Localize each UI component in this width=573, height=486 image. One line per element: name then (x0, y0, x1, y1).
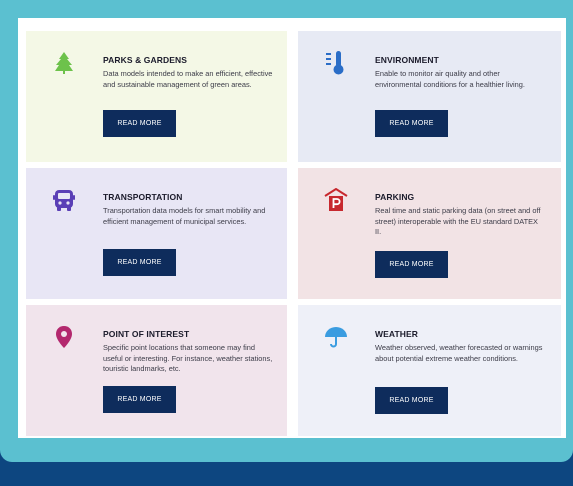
card-parks-gardens: PARKS & GARDENS Data models intended to … (26, 31, 287, 162)
thermometer-icon (322, 49, 350, 77)
card-title: POINT OF INTEREST (103, 329, 190, 339)
categories-panel: PARKS & GARDENS Data models intended to … (18, 18, 566, 438)
card-parking: PARKING Real time and static parking dat… (298, 168, 561, 299)
card-description: Transportation data models for smart mob… (103, 206, 266, 226)
card-description: Real time and static parking data (on st… (375, 206, 541, 236)
card-description: Data models intended to make an efficien… (103, 69, 273, 89)
tree-icon (50, 49, 78, 77)
card-title: TRANSPORTATION (103, 192, 183, 202)
card-weather: WEATHER Weather observed, weather foreca… (298, 305, 561, 436)
read-more-button[interactable]: READ MORE (375, 110, 448, 137)
card-point-of-interest: POINT OF INTEREST Specific point locatio… (26, 305, 287, 436)
bus-icon (50, 186, 78, 214)
read-more-button[interactable]: READ MORE (103, 386, 176, 413)
read-more-button[interactable]: READ MORE (375, 251, 448, 278)
card-title: WEATHER (375, 329, 419, 339)
card-title: PARKING (375, 192, 415, 202)
read-more-button[interactable]: READ MORE (103, 249, 176, 276)
card-title: ENVIRONMENT (375, 55, 439, 65)
location-pin-icon (50, 323, 78, 351)
card-title: PARKS & GARDENS (103, 55, 187, 65)
page-frame: PARKS & GARDENS Data models intended to … (0, 0, 573, 462)
read-more-button[interactable]: READ MORE (103, 110, 176, 137)
card-environment: ENVIRONMENT Enable to monitor air qualit… (298, 31, 561, 162)
card-description: Enable to monitor air quality and other … (375, 69, 525, 89)
parking-icon (322, 186, 350, 214)
umbrella-icon (322, 323, 350, 351)
read-more-button[interactable]: READ MORE (375, 387, 448, 414)
card-description: Specific point locations that someone ma… (103, 343, 273, 373)
card-transportation: TRANSPORTATION Transportation data model… (26, 168, 287, 299)
card-description: Weather observed, weather forecasted or … (375, 343, 543, 363)
